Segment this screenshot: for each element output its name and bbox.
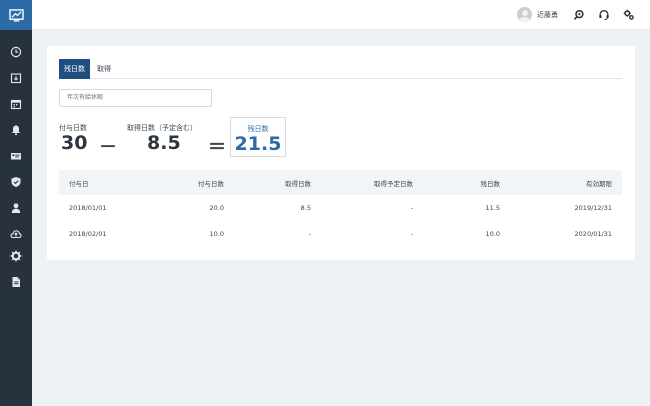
granted-days-value: 30 <box>61 132 88 154</box>
user-name: 近藤勇 <box>537 10 558 19</box>
avatar <box>517 7 532 22</box>
column-header-planned-days: 取得予定日数 <box>374 179 413 188</box>
column-header-remaining-days: 残日数 <box>480 179 501 188</box>
shield-icon[interactable] <box>8 174 24 190</box>
table-header: 付与日 付与日数 取得日数 取得予定日数 残日数 有効期限 <box>59 170 622 195</box>
sidebar <box>0 0 32 406</box>
cell-remaining-days: 10.0 <box>485 230 500 238</box>
settings-icon[interactable] <box>622 8 636 22</box>
bell-icon[interactable] <box>8 122 24 138</box>
cell-taken-days: 8.5 <box>300 204 311 212</box>
card-icon[interactable] <box>8 148 24 164</box>
tab-bar: 残日数 取得 <box>59 59 622 79</box>
taken-days-value: 8.5 <box>147 132 181 154</box>
user-menu[interactable]: 近藤勇 <box>517 7 558 22</box>
column-header-expiry: 有効期限 <box>586 179 612 188</box>
cell-taken-days: - <box>308 230 311 238</box>
cell-grant-date: 2018/01/01 <box>69 204 107 212</box>
minus-operator: － <box>99 137 117 158</box>
clock-icon[interactable] <box>8 44 24 60</box>
cell-remaining-days: 11.5 <box>485 204 500 212</box>
tab-taken[interactable]: 取得 <box>93 59 115 79</box>
table-row: 2018/01/01 20.0 8.5 - 11.5 2019/12/31 <box>59 195 622 221</box>
cell-granted-days: 20.0 <box>209 204 224 212</box>
cell-planned-days: - <box>410 230 413 238</box>
cell-grant-date: 2018/02/01 <box>69 230 107 238</box>
search-icon[interactable] <box>572 8 586 22</box>
cell-planned-days: - <box>410 204 413 212</box>
equals-operator: ＝ <box>208 137 226 158</box>
remaining-days-box: 残日数 21.5 <box>230 117 286 157</box>
cell-granted-days: 10.0 <box>209 230 224 238</box>
column-header-granted-days: 付与日数 <box>198 179 224 188</box>
leave-type-select[interactable]: 年次有給休暇 <box>59 89 212 107</box>
cell-expiry: 2019/12/31 <box>574 204 612 212</box>
app-logo[interactable] <box>0 0 32 30</box>
leave-balance-card: 残日数 取得 年次有給休暇 付与日数 30 － 取得日数（予定含む） 8.5 ＝… <box>47 46 635 260</box>
cell-expiry: 2020/01/31 <box>574 230 612 238</box>
table-row: 2018/02/01 10.0 - - 10.0 2020/01/31 <box>59 221 622 247</box>
document-icon[interactable] <box>8 274 24 290</box>
headset-icon[interactable] <box>597 8 611 22</box>
calendar-icon[interactable] <box>8 96 24 112</box>
column-header-taken-days: 取得日数 <box>285 179 311 188</box>
grant-history-table: 付与日 付与日数 取得日数 取得予定日数 残日数 有効期限 2018/01/01… <box>59 170 622 247</box>
top-bar: 近藤勇 <box>32 0 650 30</box>
gear-icon[interactable] <box>8 248 24 264</box>
tab-remaining-days[interactable]: 残日数 <box>59 59 90 79</box>
cloud-icon[interactable] <box>8 226 24 242</box>
person-icon[interactable] <box>8 200 24 216</box>
download-icon[interactable] <box>8 70 24 86</box>
remaining-days-value: 21.5 <box>234 133 282 155</box>
logo-icon <box>8 8 24 22</box>
column-header-grant-date: 付与日 <box>69 179 89 188</box>
